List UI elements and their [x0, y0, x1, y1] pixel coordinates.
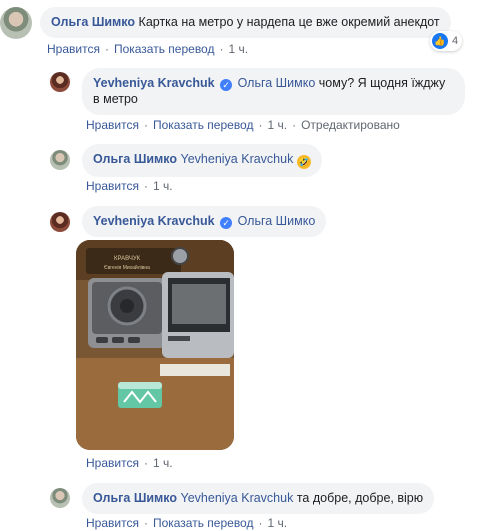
separator: · — [143, 516, 148, 530]
comment-5: Ольга Шимко Yevheniya Kravchuk та добре,… — [50, 483, 435, 514]
nameplate-name: Євгенія Михайлівна — [104, 264, 150, 271]
comment-text: Картка на метро у нардепа це вже окремий… — [138, 15, 440, 29]
comment-author[interactable]: Yevheniya Kravchuk — [93, 76, 215, 90]
like-link[interactable]: Нравится — [86, 516, 139, 530]
comment-time[interactable]: 1 ч. — [267, 118, 287, 132]
avatar[interactable] — [0, 7, 32, 39]
avatar[interactable] — [50, 488, 70, 508]
comment-actions: Нравится · Показать перевод · 1 ч. · Отредакти… — [86, 118, 400, 132]
comment-time[interactable]: 1 ч. — [153, 179, 173, 193]
comment-time[interactable]: 1 ч. — [153, 456, 173, 470]
comment-author[interactable]: Yevheniya Kravchuk — [93, 214, 215, 228]
separator: · — [143, 118, 148, 132]
rolling-on-floor-laughing-emoji-icon: 🤣 — [296, 155, 311, 169]
separator: · — [104, 42, 109, 56]
comment-author[interactable]: Ольга Шимко — [93, 491, 177, 505]
comment-photo[interactable]: КРАВЧУК Євгенія Михайлівна — [76, 240, 234, 450]
comment-actions: Нравится · 1 ч. — [86, 456, 173, 470]
reaction-count: 4 — [452, 35, 459, 47]
like-reaction-icon: 👍 — [432, 33, 448, 49]
translate-link[interactable]: Показать перевод — [114, 42, 215, 56]
comment-author[interactable]: Ольга Шимко — [51, 15, 135, 29]
like-link[interactable]: Нравится — [86, 179, 139, 193]
like-link[interactable]: Нравится — [47, 42, 100, 56]
separator: · — [258, 118, 263, 132]
comment-actions: Нравится · Показать перевод · 1 ч. — [86, 516, 287, 530]
comment-time[interactable]: 1 ч. — [228, 42, 248, 56]
comment-mention[interactable]: Yevheniya Kravchuk — [181, 491, 294, 505]
voting-terminal-photo: КРАВЧУК Євгенія Михайлівна — [76, 240, 234, 450]
comment-bubble: Ольга Шимко Yevheniya Kravchuk 🤣 — [82, 144, 322, 177]
comment-bubble: Yevheniya Kravchuk ✓ Ольга Шимко — [82, 206, 327, 237]
like-link[interactable]: Нравится — [86, 118, 139, 132]
comment-time[interactable]: 1 ч. — [267, 516, 287, 530]
separator: · — [143, 456, 148, 470]
comment-bubble: Ольга Шимко Yevheniya Kravchuk та добре,… — [82, 483, 435, 514]
comment-mention[interactable]: Yevheniya Kravchuk — [181, 152, 294, 166]
comment-bubble: Ольга Шимко Картка на метро у нардепа це… — [40, 7, 451, 38]
comment-mention[interactable]: Ольга Шимко — [238, 76, 316, 90]
translate-link[interactable]: Показать перевод — [153, 118, 254, 132]
comment-text: чому? Я щодня їжджу — [318, 76, 446, 90]
edited-label[interactable]: Отредактировано — [301, 118, 400, 132]
separator: · — [258, 516, 263, 530]
comment-bubble: Yevheniya Kravchuk ✓ Ольга Шимко чому? Я… — [82, 68, 465, 115]
separator: · — [292, 118, 297, 132]
separator: · — [219, 42, 224, 56]
reactions-summary[interactable]: 👍 4 — [430, 31, 463, 51]
translate-link[interactable]: Показать перевод — [153, 516, 254, 530]
comment-mention[interactable]: Ольга Шимко — [238, 214, 316, 228]
comment-2: Yevheniya Kravchuk ✓ Ольга Шимко чому? Я… — [50, 68, 465, 115]
comment-actions: Нравится · 1 ч. — [86, 179, 173, 193]
like-link[interactable]: Нравится — [86, 456, 139, 470]
avatar[interactable] — [50, 72, 70, 92]
avatar[interactable] — [50, 150, 70, 170]
comment-4: Yevheniya Kravchuk ✓ Ольга Шимко — [50, 206, 327, 237]
comment-text-continued: в метро — [93, 92, 138, 106]
avatar[interactable] — [50, 212, 70, 232]
verified-badge-icon: ✓ — [220, 79, 233, 91]
comment-text: та добре, добре, вірю — [296, 491, 424, 505]
comment-1: Ольга Шимко Картка на метро у нардепа це… — [0, 7, 451, 39]
separator: · — [143, 179, 148, 193]
nameplate-surname: КРАВЧУК — [114, 256, 141, 262]
comment-author[interactable]: Ольга Шимко — [93, 152, 177, 166]
comment-actions: Нравится · Показать перевод · 1 ч. — [47, 42, 248, 56]
verified-badge-icon: ✓ — [220, 217, 233, 229]
comment-3: Ольга Шимко Yevheniya Kravchuk 🤣 — [50, 144, 322, 177]
